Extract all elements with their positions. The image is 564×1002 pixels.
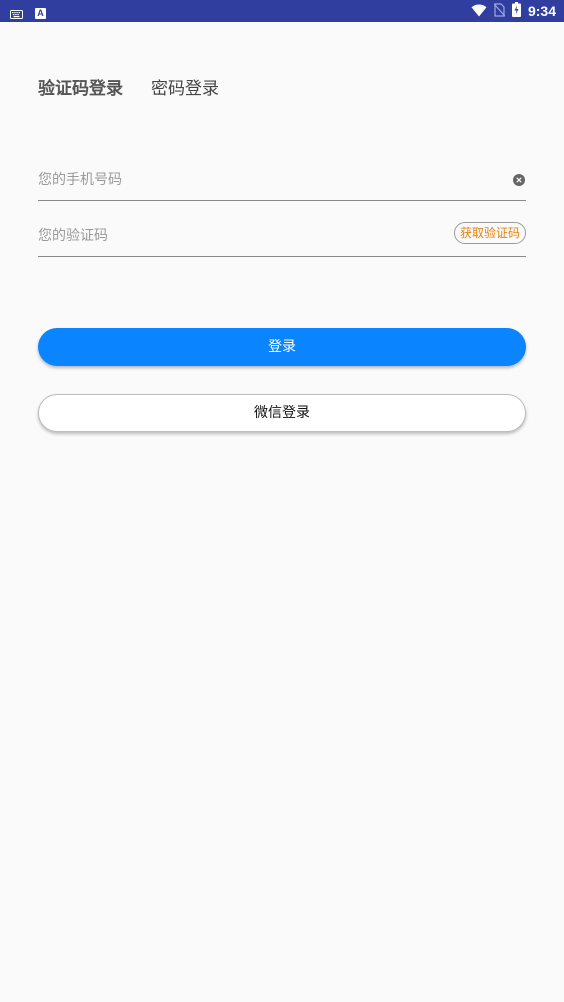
status-bar-right: 9:34 (471, 1, 556, 21)
tab-sms-code-login[interactable]: 验证码登录 (38, 74, 123, 99)
status-bar: A 9:34 (0, 0, 564, 22)
wechat-login-button[interactable]: 微信登录 (38, 394, 526, 432)
code-field: 获取验证码 (38, 216, 526, 257)
battery-charging-icon (511, 1, 521, 21)
login-tabs: 验证码登录 密码登录 (38, 74, 219, 99)
phone-input[interactable] (38, 168, 438, 192)
clear-icon[interactable] (513, 174, 525, 186)
tab-password-login[interactable]: 密码登录 (151, 74, 219, 99)
status-time: 9:34 (527, 3, 556, 19)
code-input[interactable] (38, 224, 438, 248)
no-sim-icon (493, 2, 506, 21)
status-bar-left: A (10, 4, 46, 23)
keyboard-icon (10, 4, 23, 23)
wifi-icon (471, 2, 487, 21)
a-badge-icon: A (35, 8, 46, 19)
phone-field (38, 160, 526, 201)
get-code-button[interactable]: 获取验证码 (453, 222, 526, 244)
login-button[interactable]: 登录 (38, 328, 526, 366)
